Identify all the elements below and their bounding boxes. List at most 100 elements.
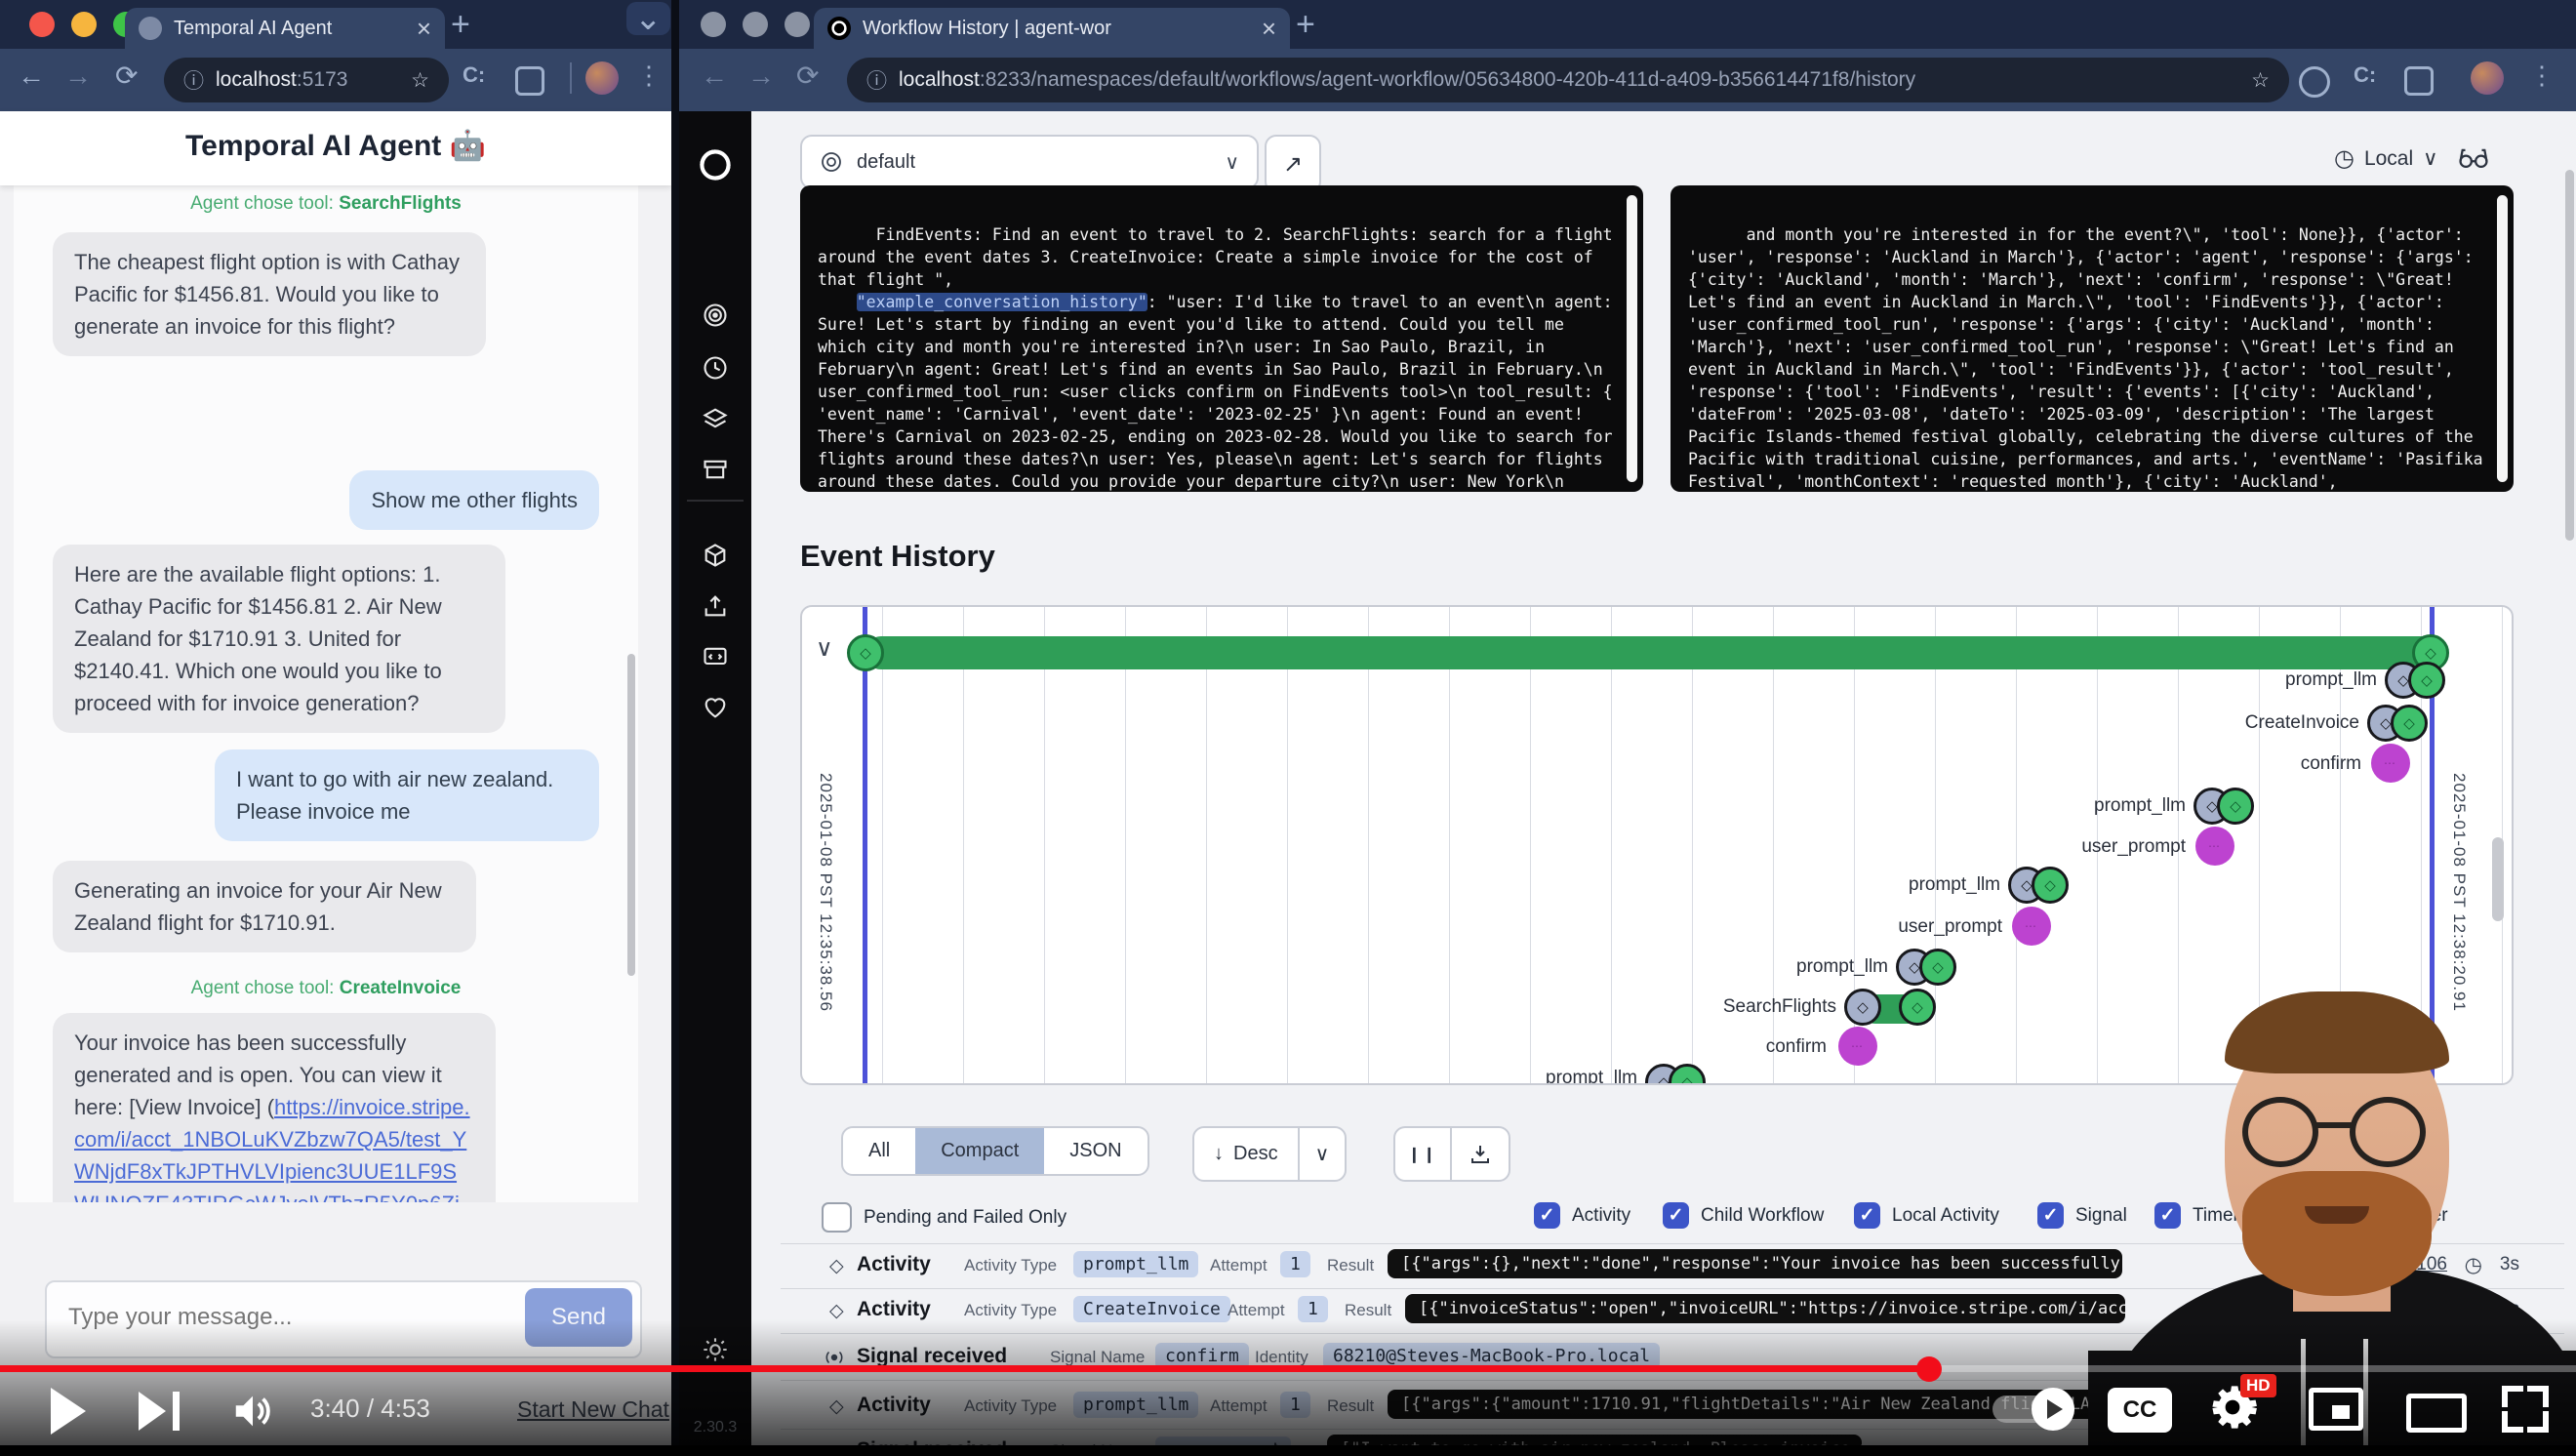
view-all-tab[interactable]: All: [843, 1128, 915, 1174]
timeline-start-line: [863, 607, 867, 1083]
download-history-button[interactable]: [1450, 1126, 1510, 1182]
address-bar[interactable]: ⓘ localhost:8233/namespaces/default/work…: [847, 58, 2289, 102]
minimize-window-button[interactable]: [71, 12, 97, 37]
filter-local-activity[interactable]: ✓ Local Activity: [1854, 1202, 1999, 1229]
signal-marker[interactable]: ⋯: [2371, 744, 2410, 783]
timeline-scrollbar[interactable]: [2492, 837, 2504, 921]
activity-completed-marker[interactable]: ◇: [2408, 662, 2445, 699]
back-icon[interactable]: ←: [18, 62, 45, 90]
extensions-puzzle-icon[interactable]: [2404, 66, 2434, 96]
autoplay-toggle[interactable]: [1992, 1395, 2074, 1423]
extensions-puzzle-icon[interactable]: [515, 66, 544, 96]
theater-mode-button[interactable]: [2406, 1394, 2467, 1433]
activity-completed-marker[interactable]: ◇: [2391, 705, 2428, 742]
minimize-window-button[interactable]: [743, 12, 768, 37]
chat-scroll-area[interactable]: Agent chose tool: SearchFlights The chea…: [14, 185, 638, 1202]
reload-icon[interactable]: ⟳: [796, 62, 819, 90]
pause-autorefresh-button[interactable]: ❙❙: [1393, 1126, 1450, 1182]
result-payload-panel[interactable]: and month you're interested in for the e…: [1670, 185, 2514, 492]
view-json-tab[interactable]: JSON: [1044, 1128, 1147, 1174]
namespaces-icon[interactable]: [699, 402, 732, 435]
view-compact-tab[interactable]: Compact: [915, 1128, 1044, 1174]
workflow-span-bar[interactable]: [865, 636, 2443, 669]
local-activity-checkbox[interactable]: ✓: [1854, 1202, 1880, 1229]
site-info-icon[interactable]: ⓘ: [183, 65, 204, 95]
miniplayer-button[interactable]: [2309, 1388, 2363, 1431]
child-workflow-checkbox[interactable]: ✓: [1663, 1202, 1689, 1229]
close-window-button[interactable]: [29, 12, 55, 37]
fullscreen-button[interactable]: [2502, 1386, 2549, 1433]
captions-button[interactable]: CC: [2108, 1388, 2172, 1433]
activity-completed-marker[interactable]: ◇: [1899, 989, 1936, 1026]
activity-scheduled-marker[interactable]: ◇: [1844, 989, 1881, 1026]
deployments-icon[interactable]: [699, 539, 732, 572]
code-scrollbar[interactable]: [2497, 195, 2508, 482]
tab-search-icon[interactable]: ⌄: [626, 2, 670, 35]
schedules-icon[interactable]: [699, 351, 732, 384]
filter-child-workflow[interactable]: ✓ Child Workflow: [1663, 1202, 1824, 1229]
filter-activity[interactable]: ✓ Activity: [1534, 1202, 1630, 1229]
site-info-icon[interactable]: ⓘ: [866, 65, 887, 95]
result-json-chip[interactable]: [{"invoiceStatus":"open","invoiceURL":"h…: [1405, 1294, 2125, 1323]
open-namespace-button[interactable]: ↗: [1265, 135, 1321, 193]
address-bar[interactable]: ⓘ localhost:5173 ☆: [164, 58, 449, 102]
code-scrollbar[interactable]: [1627, 195, 1637, 482]
browser-menu-icon[interactable]: ⋮: [636, 62, 662, 88]
forward-icon[interactable]: →: [64, 62, 92, 90]
pending-checkbox[interactable]: [822, 1202, 852, 1233]
signal-marker[interactable]: ⋯: [2012, 907, 2051, 946]
volume-icon[interactable]: [230, 1390, 275, 1433]
temporal-logo[interactable]: [699, 148, 732, 182]
reload-icon[interactable]: ⟳: [115, 62, 138, 90]
message-input[interactable]: [66, 1290, 461, 1345]
tab-close-icon[interactable]: ×: [417, 14, 431, 44]
browser-tab-workflow-history[interactable]: Workflow History | agent-wor ×: [814, 8, 1290, 49]
activity-completed-marker[interactable]: ◇: [2032, 867, 2069, 904]
codec-server-icon[interactable]: [699, 640, 732, 673]
tab-close-icon[interactable]: ×: [1262, 14, 1276, 44]
new-tab-button[interactable]: +: [1296, 8, 1315, 41]
profile-avatar[interactable]: [2471, 61, 2504, 95]
extension-c-icon[interactable]: C:: [463, 64, 485, 86]
close-window-button[interactable]: [701, 12, 726, 37]
workflows-icon[interactable]: [699, 299, 732, 332]
feedback-heart-icon[interactable]: [699, 691, 732, 724]
signal-marker[interactable]: ⋯: [1838, 1027, 1877, 1066]
settings-button[interactable]: HD: [2207, 1382, 2258, 1437]
timezone-select[interactable]: ◷ Local ∨: [2334, 144, 2438, 173]
chevron-down-icon[interactable]: ∨: [1315, 1142, 1330, 1166]
workflow-start-marker[interactable]: ◇: [847, 634, 884, 671]
video-scrubber-handle[interactable]: [1916, 1356, 1942, 1382]
send-button[interactable]: Send: [525, 1288, 632, 1347]
profile-avatar[interactable]: [585, 61, 619, 95]
page-scrollbar[interactable]: [2565, 170, 2574, 541]
zoom-window-button[interactable]: [785, 12, 810, 37]
result-json-chip[interactable]: [{"args":{},"next":"done","response":"Yo…: [1388, 1249, 2122, 1278]
browser-menu-icon[interactable]: ⋮: [2529, 62, 2555, 88]
forward-icon[interactable]: →: [747, 62, 775, 90]
bookmark-star-icon[interactable]: ☆: [411, 68, 429, 93]
theme-sun-icon[interactable]: [699, 1333, 732, 1366]
play-button[interactable]: [51, 1388, 86, 1435]
archive-icon[interactable]: [699, 453, 732, 486]
new-tab-button[interactable]: +: [451, 8, 470, 41]
input-payload-panel[interactable]: FindEvents: Find an event to travel to 2…: [800, 185, 1643, 492]
pending-failed-filter[interactable]: Pending and Failed Only: [822, 1202, 1067, 1233]
extension-c-icon[interactable]: C:: [2354, 64, 2376, 86]
collapse-chevron-icon[interactable]: ∨: [816, 634, 833, 663]
data-encoder-glasses-icon[interactable]: [2457, 141, 2490, 174]
activity-completed-marker[interactable]: ◇: [2217, 788, 2254, 825]
extension-shield-icon[interactable]: [2299, 66, 2330, 98]
next-button[interactable]: [139, 1392, 180, 1436]
activity-checkbox[interactable]: ✓: [1534, 1202, 1560, 1229]
chat-scrollbar[interactable]: [627, 654, 635, 976]
bookmark-star-icon[interactable]: ☆: [2251, 68, 2270, 93]
import-icon[interactable]: [699, 589, 732, 623]
signal-marker[interactable]: ⋯: [2195, 827, 2234, 866]
browser-tab-temporal-ai-agent[interactable]: Temporal AI Agent ×: [125, 8, 445, 49]
sort-desc-button[interactable]: ↓Desc ∨: [1192, 1126, 1347, 1182]
back-icon[interactable]: ←: [701, 62, 728, 90]
namespace-select[interactable]: default ∨: [800, 135, 1259, 189]
activity-completed-marker[interactable]: ◇: [1919, 949, 1956, 986]
signal-checkbox[interactable]: ✓: [2037, 1202, 2064, 1229]
